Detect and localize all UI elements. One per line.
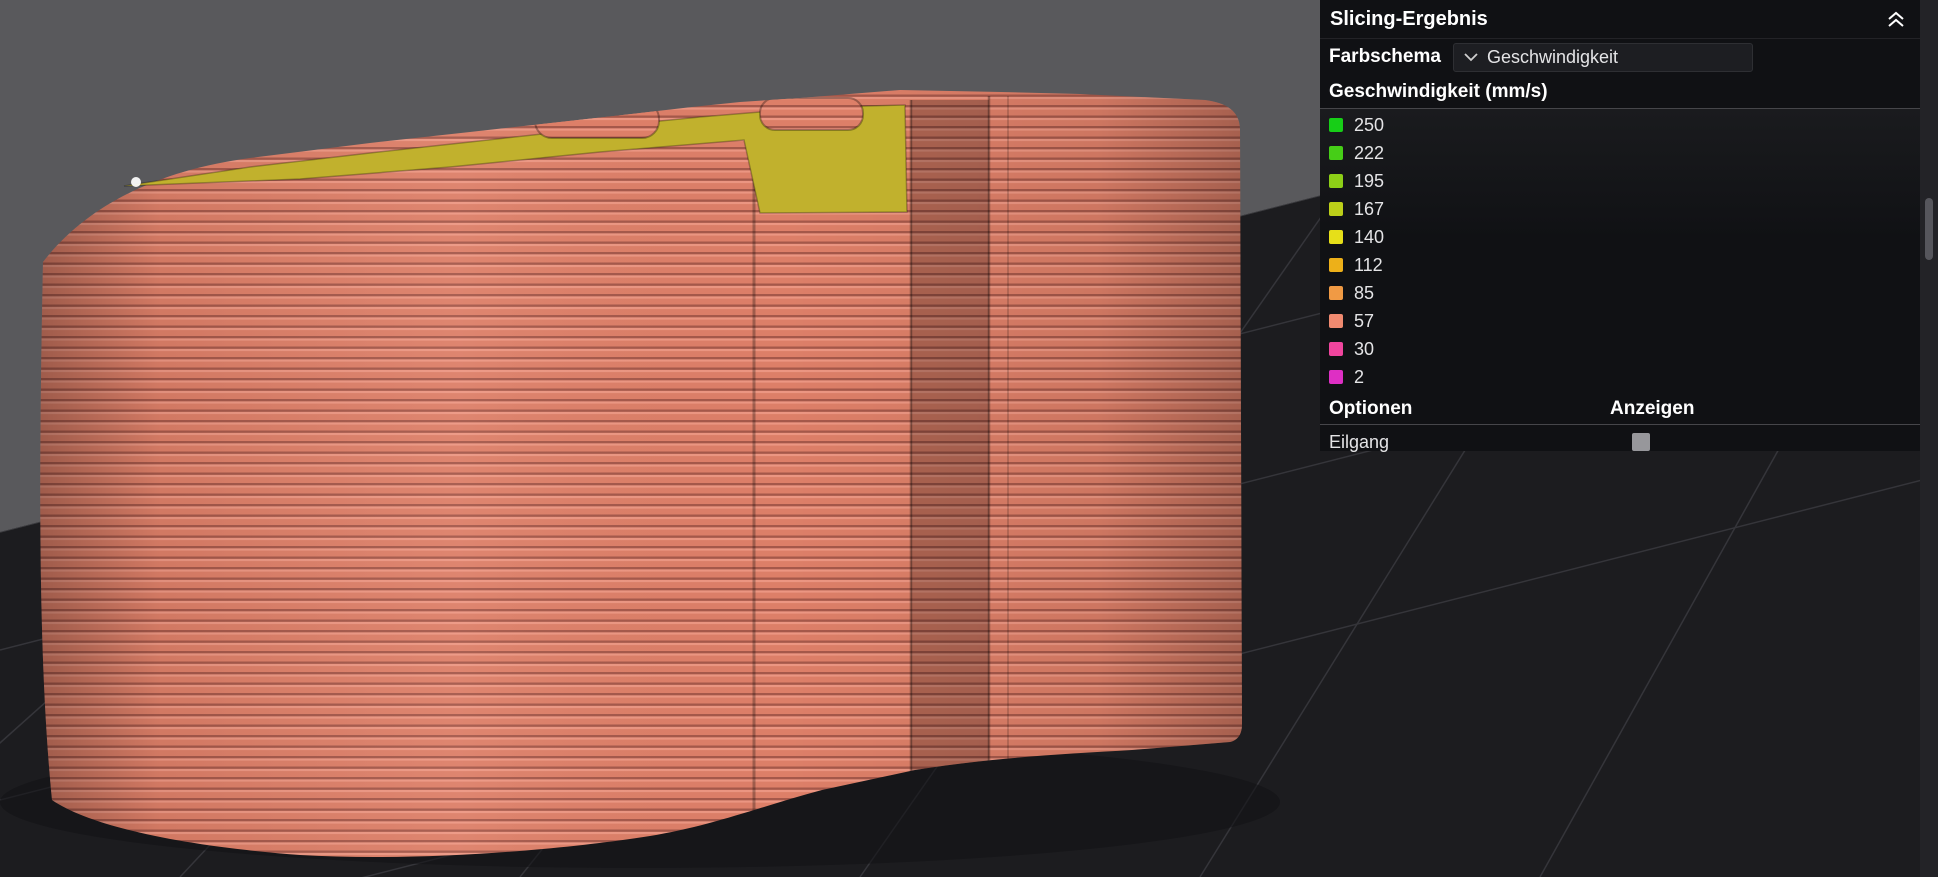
speed-value: 85 xyxy=(1354,282,1375,303)
legend-row: 140 xyxy=(1320,223,1920,251)
options-header-row: Optionen Anzeigen xyxy=(1320,393,1920,425)
speed-color-swatch xyxy=(1329,230,1343,244)
panel-title: Slicing-Ergebnis xyxy=(1330,7,1488,30)
speed-value: 2 xyxy=(1354,366,1365,387)
speed-value: 57 xyxy=(1354,310,1375,331)
option-row-travel: Eilgang xyxy=(1320,425,1920,459)
legend-row: 195 xyxy=(1320,167,1920,195)
model-highlight-dot xyxy=(131,177,141,187)
legend-row: 112 xyxy=(1320,251,1920,279)
speed-color-swatch xyxy=(1329,146,1343,160)
scrollbar-thumb[interactable] xyxy=(1925,198,1933,260)
travel-option-label: Eilgang xyxy=(1329,431,1390,452)
speed-color-swatch xyxy=(1329,174,1343,188)
slicer-app-window: Slicing-Ergebnis Farbschema Geschwindigk… xyxy=(0,0,1938,877)
legend-row: 2 xyxy=(1320,363,1920,391)
legend-row: 85 xyxy=(1320,279,1920,307)
speed-color-swatch xyxy=(1329,286,1343,300)
speed-color-swatch xyxy=(1329,314,1343,328)
speed-color-swatch xyxy=(1329,202,1343,216)
speed-value: 112 xyxy=(1354,254,1383,275)
travel-checkbox[interactable] xyxy=(1632,433,1650,451)
sliced-model xyxy=(40,90,1243,858)
legend-row: 167 xyxy=(1320,195,1920,223)
speed-value: 222 xyxy=(1354,142,1385,163)
legend-row: 250 xyxy=(1320,111,1920,139)
legend-list: 250 222 195 167 140 112 85 57 30 2 xyxy=(1320,109,1920,391)
legend-row: 57 xyxy=(1320,307,1920,335)
options-header: Optionen xyxy=(1329,397,1413,419)
color-scheme-value: Geschwindigkeit xyxy=(1486,46,1619,67)
color-scheme-row: Farbschema Geschwindigkeit xyxy=(1320,39,1920,75)
scrollbar-track xyxy=(1920,0,1938,877)
speed-color-swatch xyxy=(1329,342,1343,356)
speed-value: 195 xyxy=(1354,170,1385,191)
slicing-result-panel: Slicing-Ergebnis Farbschema Geschwindigk… xyxy=(1320,0,1920,452)
chevrons-up-icon xyxy=(1888,11,1904,27)
legend-row: 222 xyxy=(1320,139,1920,167)
speed-color-swatch xyxy=(1329,118,1343,132)
speed-value: 30 xyxy=(1354,338,1375,359)
speed-value: 167 xyxy=(1354,198,1385,219)
color-scheme-dropdown[interactable]: Geschwindigkeit xyxy=(1452,42,1753,72)
speed-color-swatch xyxy=(1329,370,1343,384)
color-scheme-label: Farbschema xyxy=(1329,46,1441,67)
show-header: Anzeigen xyxy=(1610,397,1695,419)
legend-row: 30 xyxy=(1320,335,1920,363)
legend-title: Geschwindigkeit (mm/s) xyxy=(1320,75,1920,109)
speed-color-swatch xyxy=(1329,258,1343,272)
collapse-panel-button[interactable] xyxy=(1886,11,1906,28)
panel-titlebar: Slicing-Ergebnis xyxy=(1320,0,1920,39)
speed-value: 140 xyxy=(1354,226,1385,247)
chevron-down-icon xyxy=(1464,52,1478,61)
speed-value: 250 xyxy=(1354,114,1385,135)
